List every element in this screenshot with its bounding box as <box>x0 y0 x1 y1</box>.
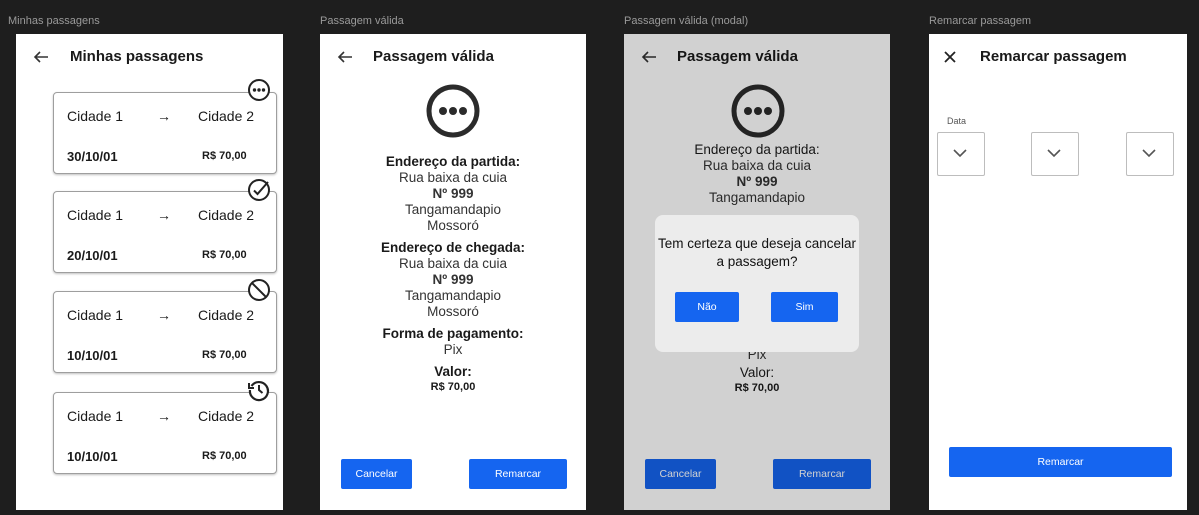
more-options-icon <box>426 84 480 138</box>
valid-ticket-screen: Passagem válida Endereço da partida: Rua… <box>320 34 586 510</box>
arrival-city: Mossoró <box>427 304 479 319</box>
confirm-dialog: Tem certeza que deseja cancelar a passag… <box>655 215 859 352</box>
chevron-down-icon <box>1047 149 1061 158</box>
chevron-down-icon <box>1142 149 1156 158</box>
cancel-modal-screen: Passagem válida Endereço da partida: Rua… <box>624 34 890 510</box>
ticket-date: 30/10/01 <box>67 149 118 164</box>
ticket-destination: Cidade 2 <box>198 108 255 124</box>
ticket-date: 10/10/01 <box>67 449 118 464</box>
app-bar: Passagem válida <box>320 34 586 80</box>
cancel-button[interactable]: Cancelar <box>341 459 412 489</box>
ticket-destination: Cidade 2 <box>198 207 255 223</box>
check-circle-icon <box>247 178 271 202</box>
departure-street: Rua baixa da cuia <box>398 170 508 185</box>
ticket-destination: Cidade 2 <box>198 307 255 323</box>
page-title: Remarcar passagem <box>980 48 1127 65</box>
reschedule-submit-button[interactable]: Remarcar <box>949 447 1172 477</box>
app-bar: Remarcar passagem <box>929 34 1187 80</box>
chevron-down-icon <box>953 149 967 158</box>
arrival-street: Rua baixa da cuia <box>398 256 508 271</box>
frame-label-valid: Passagem válida <box>320 15 404 27</box>
ticket-date: 20/10/01 <box>67 248 118 263</box>
page-title: Minhas passagens <box>70 48 204 65</box>
right-arrow: → <box>157 307 171 323</box>
ticket-price: R$ 70,00 <box>202 249 247 261</box>
arrival-district: Tangamandapio <box>404 288 502 303</box>
departure-city: Mossoró <box>427 218 479 233</box>
ticket-price: R$ 70,00 <box>202 150 247 162</box>
frame-label-reschedule: Remarcar passagem <box>929 15 1032 27</box>
arrival-number: Nº 999 <box>432 272 474 287</box>
history-icon <box>247 378 271 402</box>
arrival-heading: Endereço de chegada: <box>380 240 526 255</box>
page-title: Passagem válida <box>373 48 494 65</box>
frame-label-modal: Passagem válida (modal) <box>624 15 749 27</box>
ticket-origin: Cidade 1 <box>67 207 124 223</box>
reschedule-button[interactable]: Remarcar <box>469 459 567 489</box>
back-arrow-icon[interactable] <box>32 48 50 66</box>
close-icon[interactable] <box>941 48 959 66</box>
back-arrow-icon[interactable] <box>336 48 354 66</box>
right-arrow: → <box>157 408 171 424</box>
ticket-origin: Cidade 1 <box>67 408 124 424</box>
more-options-icon[interactable] <box>247 78 271 102</box>
reschedule-screen: Remarcar passagem Data Remarcar <box>929 34 1187 510</box>
right-arrow: → <box>157 207 171 223</box>
ticket-value: R$ 70,00 <box>430 381 476 393</box>
no-button[interactable]: Não <box>675 292 739 322</box>
value-heading: Valor: <box>434 364 472 379</box>
yes-button[interactable]: Sim <box>771 292 838 322</box>
dialog-question: Tem certeza que deseja cancelar a passag… <box>657 236 857 269</box>
departure-heading: Endereço da partida: <box>385 154 521 169</box>
payment-method: Pix <box>443 342 463 357</box>
ticket-origin: Cidade 1 <box>67 307 124 323</box>
departure-number: Nº 999 <box>432 186 474 201</box>
ticket-destination: Cidade 2 <box>198 408 255 424</box>
year-select[interactable] <box>1126 132 1174 176</box>
ticket-card[interactable]: Cidade 1 → Cidade 2 30/10/01 R$ 70,00 <box>53 92 277 174</box>
ticket-origin: Cidade 1 <box>67 108 124 124</box>
payment-heading: Forma de pagamento: <box>382 326 524 341</box>
my-tickets-screen: Minhas passagens Cidade 1 → Cidade 2 30/… <box>16 34 283 510</box>
app-bar: Minhas passagens <box>16 34 283 80</box>
month-select[interactable] <box>1031 132 1079 176</box>
blocked-icon <box>247 278 271 302</box>
ticket-card[interactable]: Cidade 1 → Cidade 2 20/10/01 R$ 70,00 <box>53 191 277 273</box>
ticket-card[interactable]: Cidade 1 → Cidade 2 10/10/01 R$ 70,00 <box>53 392 277 474</box>
date-label: Data <box>947 116 967 126</box>
frame-label-list: Minhas passagens <box>8 15 100 27</box>
ticket-price: R$ 70,00 <box>202 349 247 361</box>
ticket-date: 10/10/01 <box>67 348 118 363</box>
right-arrow: → <box>157 108 171 124</box>
ticket-price: R$ 70,00 <box>202 450 247 462</box>
ticket-card[interactable]: Cidade 1 → Cidade 2 10/10/01 R$ 70,00 <box>53 291 277 373</box>
day-select[interactable] <box>937 132 985 176</box>
ticket-details: Endereço da partida: Rua baixa da cuia N… <box>320 154 586 394</box>
departure-district: Tangamandapio <box>404 202 502 217</box>
